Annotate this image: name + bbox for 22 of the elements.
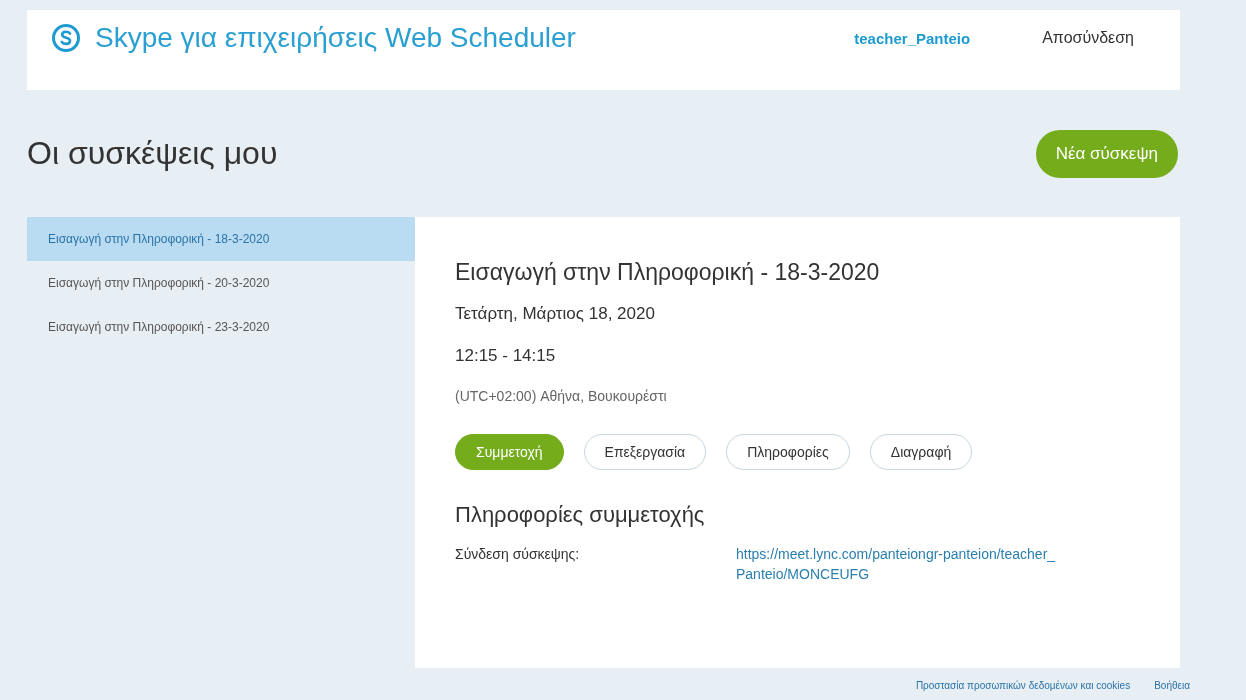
sign-out-link[interactable]: Αποσύνδεση — [1042, 29, 1134, 47]
meeting-timezone: (UTC+02:00) Αθήνα, Βουκουρέστι — [455, 388, 668, 404]
action-button[interactable]: Διαγραφή — [869, 434, 973, 470]
action-button[interactable]: Πληροφορίες — [726, 434, 850, 470]
meeting-date: Τετάρτη, Μάρτιος 18, 2020 — [455, 304, 656, 324]
user-link[interactable]: teacher_Panteio — [854, 29, 971, 47]
app-title: Skype για επιχειρήσεις Web Scheduler — [95, 22, 577, 54]
logo-icon — [51, 23, 81, 53]
action-button[interactable]: Συμμετοχή — [455, 434, 564, 470]
join-link-label: Σύνδεση σύσκεψης: — [455, 546, 581, 564]
new-meeting-button[interactable]: Νέα σύσκεψη — [1035, 129, 1178, 178]
join-info-heading: Πληροφορίες συμμετοχής — [455, 502, 706, 528]
action-button[interactable]: Επεξεργασία — [583, 434, 707, 470]
meeting-list-item[interactable]: Εισαγωγή στην Πληροφορική - 18-3-2020 — [27, 217, 415, 261]
meeting-time: 12:15 - 14:15 — [455, 346, 557, 366]
privacy-link[interactable]: Προστασία προσωπικών δεδομένων και cookies — [915, 680, 1131, 691]
page-title: Οι συσκέψεις μου — [27, 135, 278, 172]
help-link[interactable]: Βοήθεια — [1154, 680, 1190, 691]
meeting-list-item[interactable]: Εισαγωγή στην Πληροφορική - 20-3-2020 — [27, 261, 415, 305]
meeting-title: Εισαγωγή στην Πληροφορική - 18-3-2020 — [455, 259, 881, 286]
meeting-list-item[interactable]: Εισαγωγή στην Πληροφορική - 23-3-2020 — [27, 305, 415, 349]
meeting-link[interactable]: https://meet.lync.com/panteiongr-panteion/teacher_Panteio/MONCEUFG — [736, 544, 1056, 584]
